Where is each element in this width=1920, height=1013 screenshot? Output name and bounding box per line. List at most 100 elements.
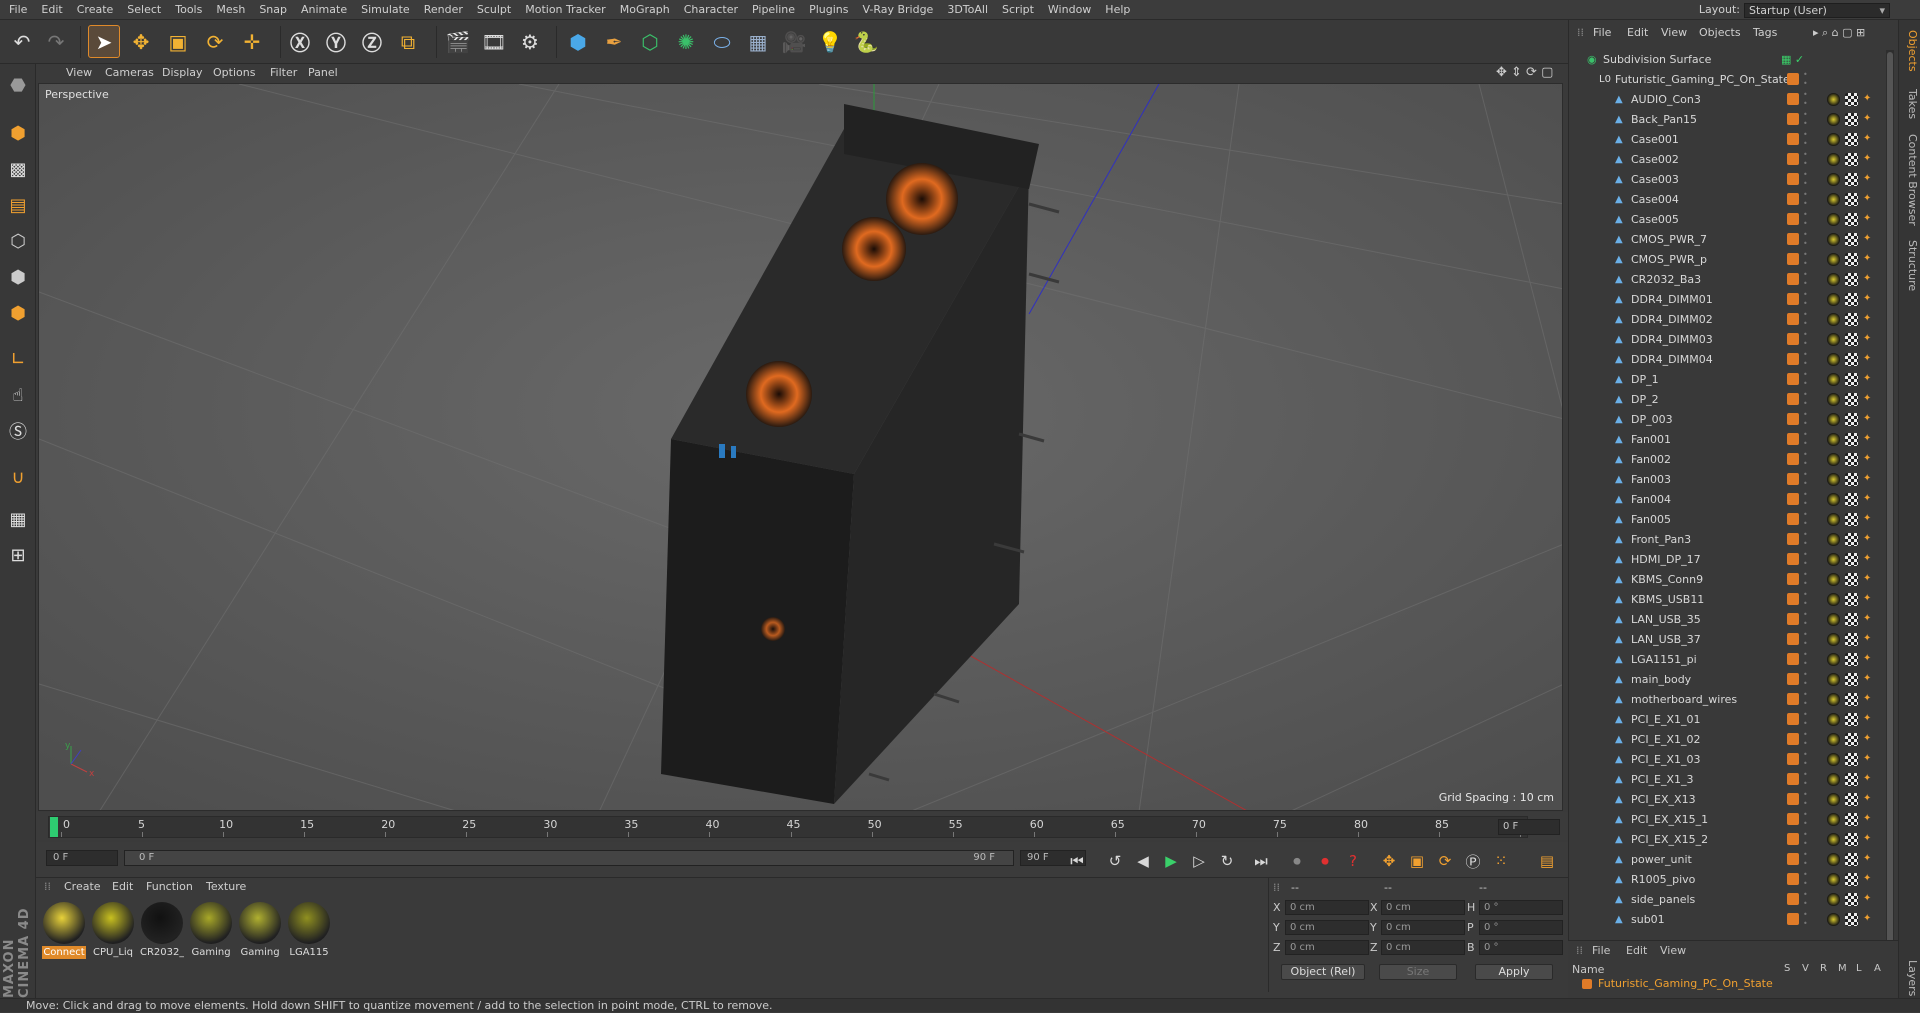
menu-file[interactable]: File bbox=[0, 0, 34, 19]
light-icon[interactable]: 💡 bbox=[814, 25, 846, 58]
key-position-icon[interactable]: ✥ bbox=[1378, 850, 1400, 872]
object-menu-tags[interactable]: Tags bbox=[1753, 24, 1777, 42]
layer-color-swatch[interactable] bbox=[1787, 373, 1799, 385]
layer-menu-file[interactable]: File bbox=[1592, 944, 1610, 957]
object-row[interactable]: ▲ KBMS_Conn9 • • ✦ bbox=[1569, 570, 1891, 590]
visibility-dots-icon[interactable]: • • bbox=[1803, 170, 1808, 188]
object-row[interactable]: ▲ CR2032_Ba3 • • ✦ bbox=[1569, 270, 1891, 290]
material-tag-icon[interactable] bbox=[1827, 793, 1840, 806]
prev-frame-icon[interactable]: ◀ bbox=[1132, 850, 1154, 872]
menu-v-ray-bridge[interactable]: V-Ray Bridge bbox=[855, 0, 940, 19]
menu-snap[interactable]: Snap bbox=[252, 0, 294, 19]
object-name[interactable]: PCI_EX_X15_2 bbox=[1631, 830, 1708, 850]
object-row[interactable]: ▲ sub01 • • ✦ bbox=[1569, 910, 1891, 930]
enable-check-icon[interactable]: ▦ ✓ bbox=[1781, 50, 1804, 70]
timeline-window-icon[interactable]: ▤ bbox=[1536, 850, 1558, 872]
texture-tag-icon[interactable] bbox=[1845, 153, 1858, 166]
object-name[interactable]: Back_Pan15 bbox=[1631, 110, 1697, 130]
python-icon[interactable]: 🐍 bbox=[850, 25, 882, 58]
layer-color-swatch[interactable] bbox=[1787, 473, 1799, 485]
visibility-dots-icon[interactable]: • • bbox=[1803, 150, 1808, 168]
object-name[interactable]: CMOS_PWR_p bbox=[1631, 250, 1707, 270]
phong-tag-icon[interactable]: ✦ bbox=[1863, 113, 1876, 126]
material-tag-icon[interactable] bbox=[1827, 773, 1840, 786]
material-tag-icon[interactable] bbox=[1827, 893, 1840, 906]
object-row[interactable]: ▲ Front_Pan3 • • ✦ bbox=[1569, 530, 1891, 550]
texture-tag-icon[interactable] bbox=[1845, 553, 1858, 566]
redo-icon[interactable]: ↷ bbox=[40, 25, 72, 58]
material-tag-icon[interactable] bbox=[1827, 413, 1840, 426]
visibility-dots-icon[interactable]: • • bbox=[1803, 490, 1808, 508]
magnet-icon[interactable]: ∪ bbox=[3, 462, 33, 492]
visibility-dots-icon[interactable]: • • bbox=[1803, 230, 1808, 248]
object-row[interactable]: ▲ DDR4_DIMM01 • • ✦ bbox=[1569, 290, 1891, 310]
coordinate-system-icon[interactable]: ⧉ bbox=[392, 25, 424, 58]
phong-tag-icon[interactable]: ✦ bbox=[1863, 273, 1876, 286]
phong-tag-icon[interactable]: ✦ bbox=[1863, 193, 1876, 206]
texture-tag-icon[interactable] bbox=[1845, 213, 1858, 226]
key-parameter-icon[interactable]: Ⓟ bbox=[1462, 850, 1484, 872]
phong-tag-icon[interactable]: ✦ bbox=[1863, 813, 1876, 826]
texture-tag-icon[interactable] bbox=[1845, 693, 1858, 706]
object-name[interactable]: Case003 bbox=[1631, 170, 1679, 190]
object-name[interactable]: side_panels bbox=[1631, 890, 1695, 910]
phong-tag-icon[interactable]: ✦ bbox=[1863, 613, 1876, 626]
material-tag-icon[interactable] bbox=[1827, 673, 1840, 686]
visibility-dots-icon[interactable]: • • bbox=[1803, 910, 1808, 928]
object-row[interactable]: ▲ PCI_EX_X15_1 • • ✦ bbox=[1569, 810, 1891, 830]
object-row-root[interactable]: ◉ Subdivision Surface ▦ ✓ bbox=[1569, 50, 1891, 70]
timeline-ruler[interactable]: 051015202530354045505560657075808590 bbox=[48, 816, 1530, 838]
menu-mesh[interactable]: Mesh bbox=[209, 0, 252, 19]
record-keys-icon[interactable]: ⏺ bbox=[1286, 850, 1308, 872]
layer-color-swatch[interactable] bbox=[1787, 773, 1799, 785]
texture-tag-icon[interactable] bbox=[1845, 533, 1858, 546]
material-tag-icon[interactable] bbox=[1827, 733, 1840, 746]
visibility-dots-icon[interactable]: • • bbox=[1803, 650, 1808, 668]
object-tree-scrollbar[interactable] bbox=[1886, 50, 1894, 960]
layer-column-header[interactable]: S bbox=[1784, 963, 1790, 974]
visibility-dots-icon[interactable]: • • bbox=[1803, 570, 1808, 588]
layer-color-swatch[interactable] bbox=[1787, 613, 1799, 625]
layer-color-swatch[interactable] bbox=[1787, 833, 1799, 845]
texture-tag-icon[interactable] bbox=[1845, 113, 1858, 126]
material-tag-icon[interactable] bbox=[1827, 393, 1840, 406]
object-row[interactable]: ▲ side_panels • • ✦ bbox=[1569, 890, 1891, 910]
phong-tag-icon[interactable]: ✦ bbox=[1863, 173, 1876, 186]
object-row[interactable]: ▲ PCI_E_X1_01 • • ✦ bbox=[1569, 710, 1891, 730]
visibility-dots-icon[interactable]: • • bbox=[1803, 190, 1808, 208]
start-frame-field[interactable]: 0 F bbox=[46, 850, 118, 866]
layer-column-header[interactable]: V bbox=[1802, 963, 1809, 974]
menu-sculpt[interactable]: Sculpt bbox=[470, 0, 518, 19]
layer-color-swatch[interactable] bbox=[1787, 533, 1799, 545]
lock-workplane-icon[interactable]: ▦ bbox=[3, 504, 33, 534]
deformer-icon[interactable]: ⬭ bbox=[706, 25, 738, 58]
object-menu-view[interactable]: View bbox=[1661, 24, 1687, 42]
texture-tag-icon[interactable] bbox=[1845, 133, 1858, 146]
material-swatch[interactable]: Gaming bbox=[189, 900, 233, 966]
menu-help[interactable]: Help bbox=[1098, 0, 1137, 19]
layer-color-swatch[interactable] bbox=[1787, 813, 1799, 825]
snap-icon[interactable]: Ⓢ bbox=[3, 416, 33, 446]
object-name[interactable]: Case002 bbox=[1631, 150, 1679, 170]
viewport-menu-display[interactable]: Display bbox=[162, 64, 203, 82]
layer-color-swatch[interactable] bbox=[1787, 193, 1799, 205]
layer-color-swatch[interactable] bbox=[1787, 393, 1799, 405]
object-name[interactable]: PCI_E_X1_03 bbox=[1631, 750, 1701, 770]
material-tag-icon[interactable] bbox=[1827, 533, 1840, 546]
object-name[interactable]: KBMS_Conn9 bbox=[1631, 570, 1703, 590]
layer-color-swatch[interactable] bbox=[1787, 433, 1799, 445]
floor-icon[interactable]: ▦ bbox=[742, 25, 774, 58]
visibility-dots-icon[interactable]: • • bbox=[1803, 130, 1808, 148]
object-row[interactable]: ▲ Fan002 • • ✦ bbox=[1569, 450, 1891, 470]
texture-tag-icon[interactable] bbox=[1845, 673, 1858, 686]
visibility-dots-icon[interactable]: • • bbox=[1803, 870, 1808, 888]
object-tree-scroll-thumb[interactable] bbox=[1887, 52, 1893, 952]
coord-value-field[interactable]: 0 cm bbox=[1285, 920, 1369, 935]
coord-value-field[interactable]: 0 cm bbox=[1381, 900, 1465, 915]
object-row[interactable]: ▲ Fan004 • • ✦ bbox=[1569, 490, 1891, 510]
menu-render[interactable]: Render bbox=[417, 0, 470, 19]
menu-pipeline[interactable]: Pipeline bbox=[745, 0, 802, 19]
phong-tag-icon[interactable]: ✦ bbox=[1863, 793, 1876, 806]
layout-selector[interactable]: Layout: Startup (User) bbox=[1699, 0, 1890, 20]
menu-select[interactable]: Select bbox=[120, 0, 168, 19]
